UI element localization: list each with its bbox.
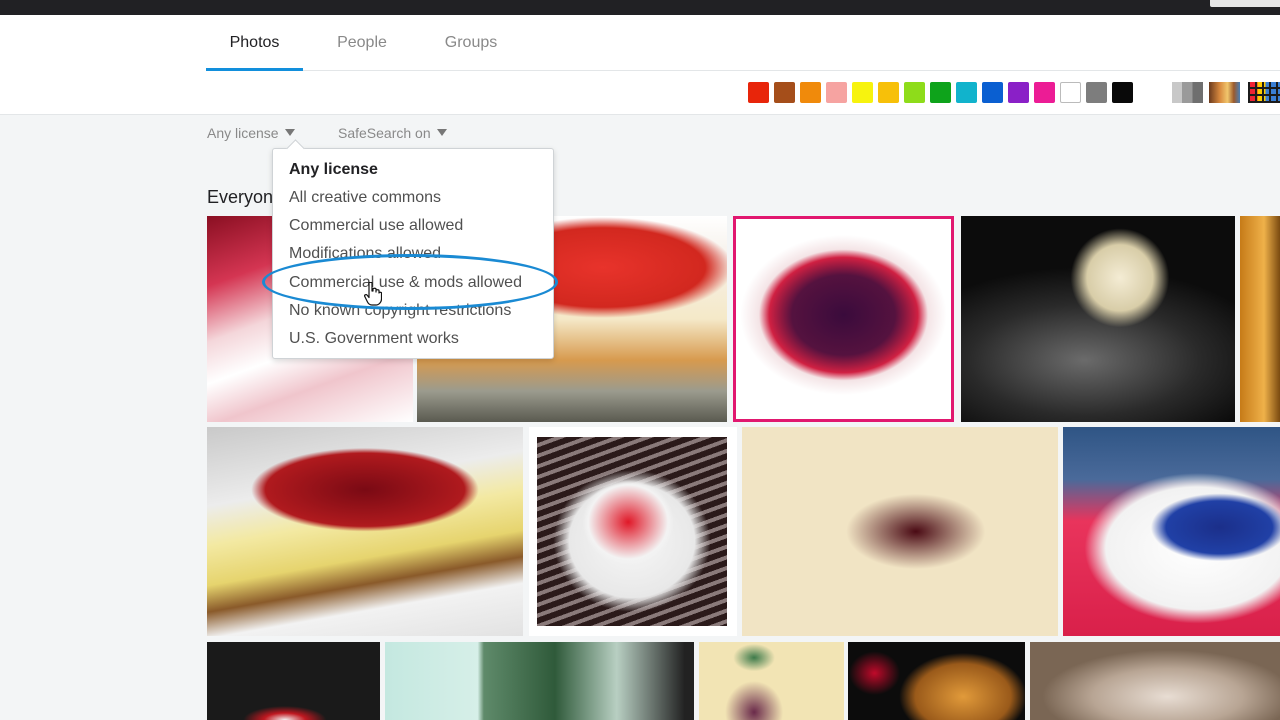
photo-tile[interactable] [742,427,1058,636]
license-option-all-creative-commons[interactable]: All creative commons [289,189,441,207]
color-swatch-black[interactable] [1112,82,1133,103]
photo-tile[interactable] [385,642,694,720]
color-swatch-blue[interactable] [982,82,1003,103]
color-swatch-amber[interactable] [878,82,899,103]
color-swatch-teal[interactable] [956,82,977,103]
safesearch-filter-label: SafeSearch on [338,125,431,141]
color-swatch-purple[interactable] [1008,82,1029,103]
top-bar [0,0,1280,15]
color-swatch-green[interactable] [930,82,951,103]
caret-down-icon [436,129,447,136]
tab-people[interactable]: People [319,15,405,70]
safesearch-filter-dropdown[interactable]: SafeSearch on [338,125,447,141]
photo-tile[interactable] [207,427,523,636]
color-swatch-white[interactable] [1060,82,1081,103]
license-option-us-government[interactable]: U.S. Government works [289,330,459,348]
tab-photos[interactable]: Photos [206,15,303,71]
color-swatch-brown[interactable] [774,82,795,103]
photo-tile[interactable] [1063,427,1280,636]
photo-tile[interactable] [848,642,1025,720]
photo-tile[interactable] [207,642,380,720]
shallow-depth-of-field-filter[interactable] [1209,82,1240,103]
photo-tile[interactable] [733,216,954,422]
pattern-filter[interactable] [1248,82,1280,103]
photo-tile[interactable] [1240,216,1280,422]
caret-down-icon [284,129,295,136]
color-swatch-orange[interactable] [800,82,821,103]
color-swatch-magenta[interactable] [1034,82,1055,103]
license-filter-label: Any license [207,125,279,141]
photo-tile[interactable] [529,427,737,636]
color-swatch-lime[interactable] [904,82,925,103]
photo-tile[interactable] [1030,642,1280,720]
color-swatch-gray[interactable] [1086,82,1107,103]
tab-bar: Photos People Groups [206,15,1280,71]
license-option-any[interactable]: Any license [289,161,378,179]
photo-tile[interactable] [961,216,1235,422]
color-swatch-pink[interactable] [826,82,847,103]
black-and-white-filter[interactable] [1172,82,1203,103]
top-bar-button[interactable] [1210,0,1280,7]
license-filter-dropdown[interactable]: Any license [207,125,295,141]
license-option-commercial-use[interactable]: Commercial use allowed [289,217,463,235]
highlight-annotation [262,254,558,310]
hand-cursor-icon [364,281,383,311]
color-swatch-yellow[interactable] [852,82,873,103]
photo-tile[interactable] [699,642,844,720]
tab-groups[interactable]: Groups [427,15,515,70]
color-swatch-red[interactable] [748,82,769,103]
search-header: Photos People Groups [0,15,1280,115]
